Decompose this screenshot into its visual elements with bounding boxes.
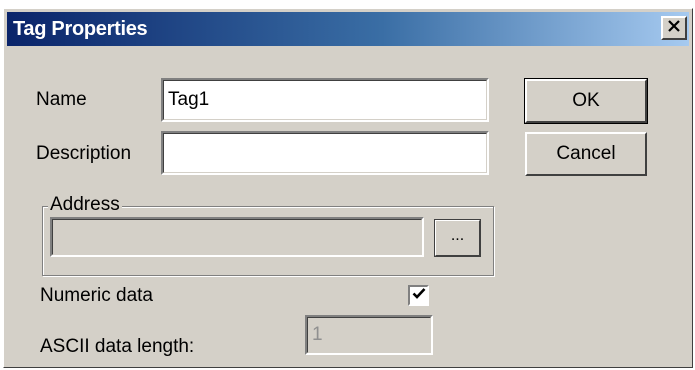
description-label: Description: [36, 143, 132, 164]
address-group-label: Address: [48, 194, 122, 216]
ok-button-label: OK: [572, 90, 600, 111]
name-label: Name: [36, 89, 87, 110]
cancel-button[interactable]: Cancel: [525, 132, 647, 176]
close-icon: [667, 19, 681, 38]
title-bar[interactable]: Tag Properties: [7, 12, 689, 46]
numeric-data-label: Numeric data: [40, 285, 153, 306]
ascii-data-length-value: 1: [312, 324, 323, 345]
close-button[interactable]: [661, 16, 687, 40]
name-field-value: Tag1: [168, 89, 210, 110]
numeric-data-checkbox[interactable]: [408, 285, 429, 306]
description-field[interactable]: [161, 131, 489, 175]
ascii-data-length-field[interactable]: 1: [305, 315, 433, 355]
name-field[interactable]: Tag1: [161, 78, 489, 122]
ok-button[interactable]: OK: [524, 78, 648, 124]
ascii-data-length-label: ASCII data length:: [40, 336, 195, 357]
cancel-button-label: Cancel: [556, 143, 616, 164]
tag-properties-dialog: Tag Properties Name Tag1 Description OK …: [3, 8, 693, 368]
dialog-title: Tag Properties: [13, 18, 148, 40]
browse-button-label: ...: [450, 227, 465, 244]
browse-address-button[interactable]: ...: [434, 219, 481, 257]
checkmark-icon: [412, 287, 426, 305]
address-field[interactable]: [50, 217, 424, 257]
